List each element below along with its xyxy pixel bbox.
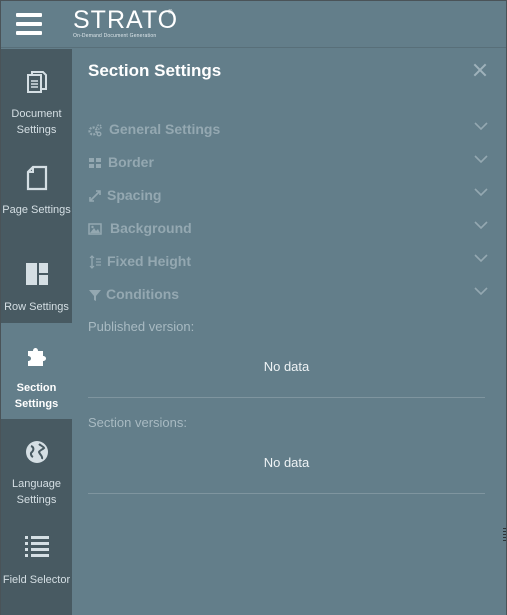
accordion-general-settings[interactable]: General Settings [88,119,488,143]
sidebar-item-label: Document Settings [11,108,62,136]
page-icon [26,165,47,191]
sidebar-item-page-settings[interactable]: Page Settings [1,145,72,241]
accordion-border[interactable]: Border [88,152,488,176]
divider [88,397,485,398]
expand-arrows-icon [89,190,101,202]
chevron-down-icon [474,155,488,164]
section-versions-empty: No data [263,455,310,470]
filter-icon [89,290,101,301]
sidebar-item-field-selector[interactable]: Field Selector [1,515,72,615]
close-icon[interactable] [472,62,488,78]
chevron-down-icon [474,188,488,197]
document-copy-icon [26,71,47,93]
strato-logo: STRATO ® On-Demand Document Generation [73,7,178,39]
accordion-label: Conditions [106,286,180,302]
sidebar-item-document-settings[interactable]: Document Settings [1,49,72,145]
resize-grip-handle[interactable] [503,528,506,542]
sidebar-item-language-settings[interactable]: Language Settings [1,419,72,515]
chevron-down-icon [474,254,488,263]
sidebar-nav: Document Settings Page Settings Row Sett… [1,49,72,615]
accordion-conditions[interactable]: Conditions [88,284,488,308]
published-version-empty: No data [263,359,310,374]
vertical-resize-icon [89,255,101,269]
border-grid-icon [89,158,101,168]
sidebar-item-label: Section Settings [14,382,59,410]
globe-icon [25,441,48,463]
accordion-spacing[interactable]: Spacing [88,185,488,209]
sidebar-item-label: Field Selector [2,574,71,586]
hamburger-menu-icon[interactable] [16,13,42,35]
published-version-label: Published version: [88,319,195,334]
panel-title: Section Settings [88,61,222,80]
sidebar-item-label: Language Settings [12,478,61,506]
sidebar-item-label: Row Settings [4,301,69,313]
logo-registered-mark: ® [168,10,173,16]
accordion-label: Spacing [107,187,162,203]
chevron-down-icon [474,287,488,296]
section-settings-panel: Section Settings General Settings Border [72,49,506,615]
gears-icon [88,124,102,137]
app-window: STRATO ® On-Demand Document Generation D… [0,0,507,615]
accordion-label: General Settings [109,121,221,137]
logo-wordmark: STRATO [73,6,179,34]
accordion-label: Border [108,154,154,170]
divider [88,493,485,494]
accordion-label: Background [110,220,192,236]
chevron-down-icon [474,122,488,131]
top-bar: STRATO ® On-Demand Document Generation [1,1,506,48]
puzzle-piece-icon [27,348,46,366]
accordion-fixed-height[interactable]: Fixed Height [88,251,488,275]
accordion-label: Fixed Height [107,253,192,269]
section-versions-label: Section versions: [88,415,187,430]
row-layout-icon [25,263,48,285]
chevron-down-icon [474,221,488,230]
accordion-background[interactable]: Background [88,218,488,242]
image-icon [88,223,102,235]
list-icon [24,536,49,557]
sidebar-item-label: Page Settings [2,204,71,216]
sidebar-item-section-settings[interactable]: Section Settings [1,323,72,419]
